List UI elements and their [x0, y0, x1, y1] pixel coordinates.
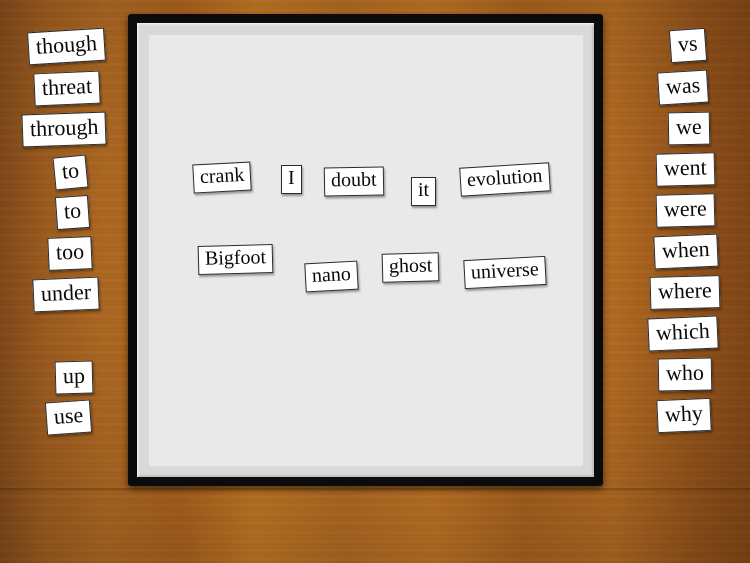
- word-tile[interactable]: were: [655, 193, 716, 228]
- word-tile[interactable]: vs: [668, 27, 707, 64]
- word-tile[interactable]: doubt: [323, 166, 384, 197]
- word-tile[interactable]: nano: [304, 260, 359, 293]
- word-tile[interactable]: was: [657, 69, 710, 106]
- word-tile[interactable]: which: [647, 315, 719, 352]
- word-tile[interactable]: who: [657, 357, 713, 392]
- word-tile[interactable]: where: [649, 275, 721, 310]
- board-frame: crank Idoubt it evolution Bigfoot nano ghost un…: [128, 14, 603, 486]
- board-bevel: crank Idoubt it evolution Bigfoot nano ghost un…: [137, 23, 594, 477]
- poetry-canvas[interactable]: crank Idoubt it evolution Bigfoot nano ghost un…: [149, 35, 583, 466]
- word-tile[interactable]: ghost: [381, 252, 440, 283]
- word-tile[interactable]: evolution: [459, 162, 551, 197]
- word-tile[interactable]: when: [653, 233, 719, 270]
- bottom-toolbar: [0, 490, 750, 563]
- app-root: though threat through to to too under up use vs w…: [0, 0, 750, 563]
- word-tile[interactable]: went: [655, 152, 716, 187]
- word-tile[interactable]: universe: [463, 255, 547, 290]
- word-tile[interactable]: crank: [192, 161, 253, 194]
- word-tile[interactable]: we: [667, 111, 710, 146]
- word-tile[interactable]: why: [656, 397, 712, 434]
- word-tile[interactable]: I: [281, 165, 302, 194]
- word-tile[interactable]: it: [411, 177, 437, 206]
- word-tile[interactable]: Bigfoot: [197, 244, 274, 275]
